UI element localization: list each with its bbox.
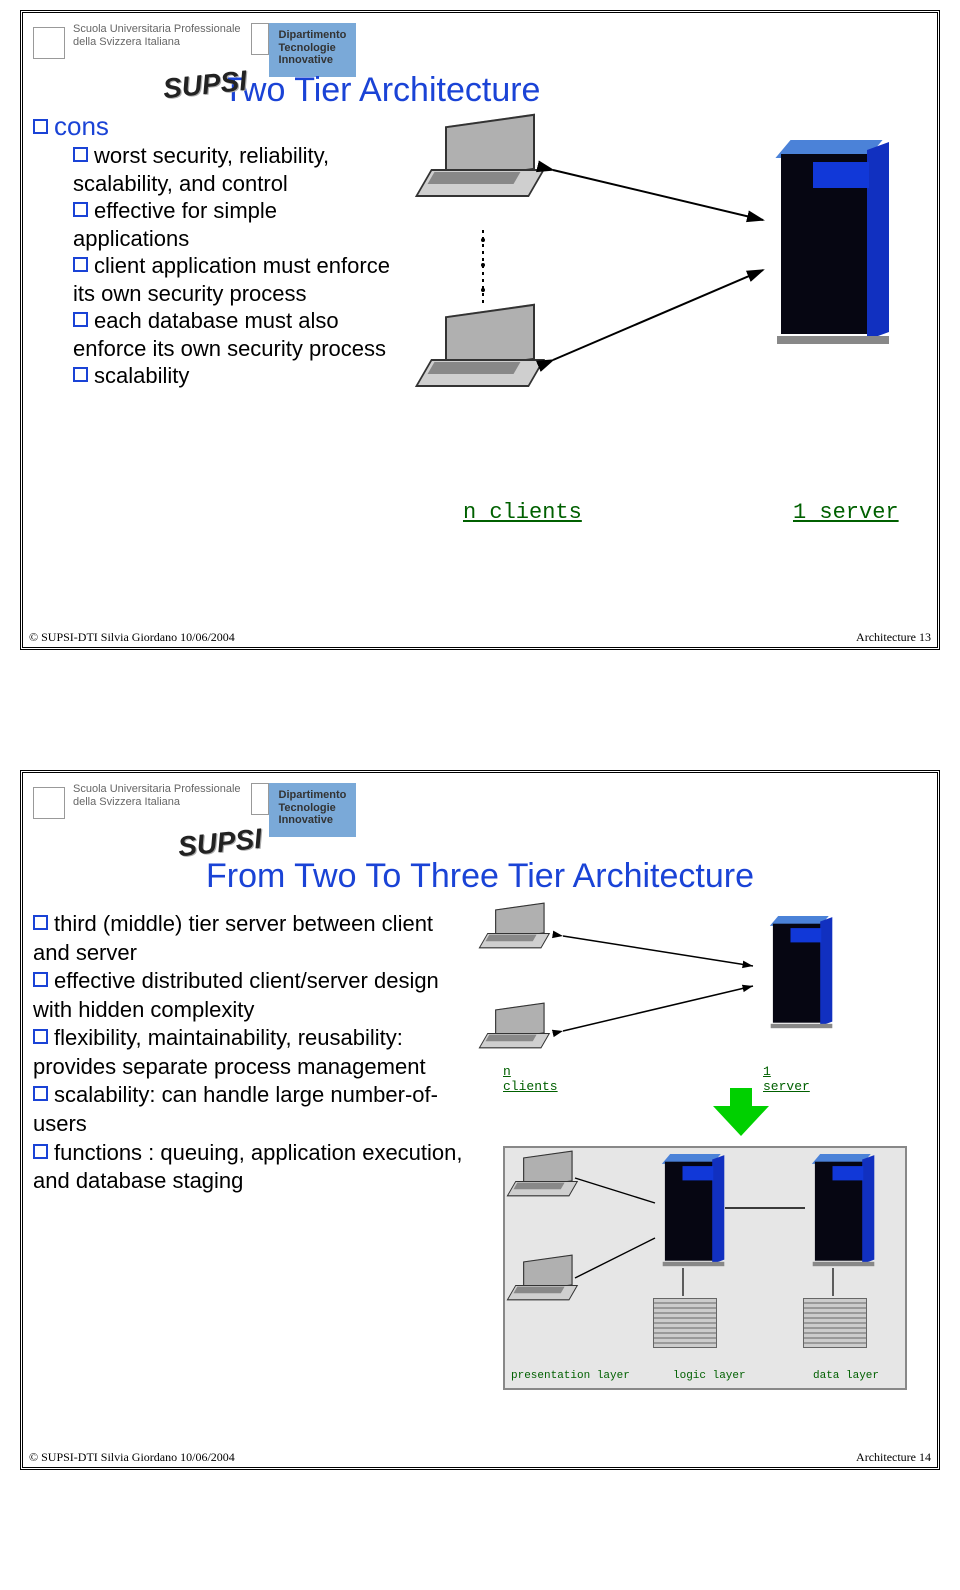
layer-label: data layer — [813, 1370, 879, 1382]
diagrams-col: n clients 1 server presenta — [473, 896, 927, 1196]
slide-title: From Two To Three Tier Architecture — [23, 857, 937, 896]
bullet-item: effective for simple applications — [73, 197, 393, 252]
spacer-box — [251, 783, 269, 815]
spacer-box — [251, 23, 269, 55]
bullet-item: third (middle) tier server between clien… — [33, 910, 473, 967]
department-name: Dipartimento Tecnologie Innovative — [279, 789, 347, 827]
footer-left: © SUPSI-DTI Silvia Giordano 10/06/2004 — [29, 1450, 235, 1465]
two-tier-diagram: n clients 1 server — [393, 110, 927, 530]
bullet-item: scalability: can handle large number-of-… — [33, 1081, 473, 1138]
bullets-col: cons worst security, reliability, scalab… — [33, 110, 393, 530]
slide-title: Two Tier Architecture — [223, 71, 937, 110]
bullet-item: each database must also enforce its own … — [73, 307, 393, 362]
slide-header: Scuola Universitaria Professionale della… — [23, 773, 937, 837]
university-name: Scuola Universitaria Professionale della… — [73, 783, 241, 809]
transform-arrow-icon — [713, 1106, 769, 1136]
server-label: 1 server — [793, 500, 899, 525]
layer-label: presentation layer — [511, 1370, 630, 1382]
footer-left: © SUPSI-DTI Silvia Giordano 10/06/2004 — [29, 630, 235, 645]
uni-line2: della Svizzera Italiana — [73, 36, 180, 48]
content-row: third (middle) tier server between clien… — [23, 896, 937, 1196]
head-bullet: cons — [33, 110, 393, 143]
laptop-icon — [423, 120, 553, 215]
bullet-item: effective distributed client/server desi… — [33, 967, 473, 1024]
bullet-item: scalability — [73, 362, 393, 390]
slide-footer: © SUPSI-DTI Silvia Giordano 10/06/2004 A… — [29, 1450, 931, 1465]
slide-header: Scuola Universitaria Professionale della… — [23, 13, 937, 77]
slide-footer: © SUPSI-DTI Silvia Giordano 10/06/2004 A… — [29, 630, 931, 645]
layer-label: logic layer — [673, 1370, 746, 1382]
server-label: 1 server — [763, 1064, 810, 1094]
bullet-item: flexibility, maintainability, reusabilit… — [33, 1024, 473, 1081]
uni-line1: Scuola Universitaria Professionale — [73, 23, 241, 35]
logo-box — [33, 787, 65, 819]
laptop-icon — [423, 310, 553, 405]
bullet-item: client application must enforce its own … — [73, 252, 393, 307]
clients-label: n clients — [463, 500, 582, 525]
bullet-item: worst security, reliability, scalability… — [73, 142, 393, 197]
footer-right: Architecture 14 — [856, 1450, 931, 1465]
arrows — [505, 1148, 905, 1388]
bullet-item: functions : queuing, application executi… — [33, 1139, 473, 1196]
department-name: Dipartimento Tecnologie Innovative — [279, 29, 347, 67]
slide-13: Scuola Universitaria Professionale della… — [20, 10, 940, 650]
bullets-col: third (middle) tier server between clien… — [33, 896, 473, 1196]
logo-box — [33, 27, 65, 59]
content-row: cons worst security, reliability, scalab… — [23, 110, 937, 530]
clients-label: n clients — [503, 1064, 558, 1094]
department-box: Dipartimento Tecnologie Innovative — [269, 23, 357, 77]
university-name: Scuola Universitaria Professionale della… — [73, 23, 241, 49]
footer-right: Architecture 13 — [856, 630, 931, 645]
department-box: Dipartimento Tecnologie Innovative — [269, 783, 357, 837]
three-tier-box: presentation layer logic layer data laye… — [503, 1146, 907, 1390]
slide-14: Scuola Universitaria Professionale della… — [20, 770, 940, 1470]
